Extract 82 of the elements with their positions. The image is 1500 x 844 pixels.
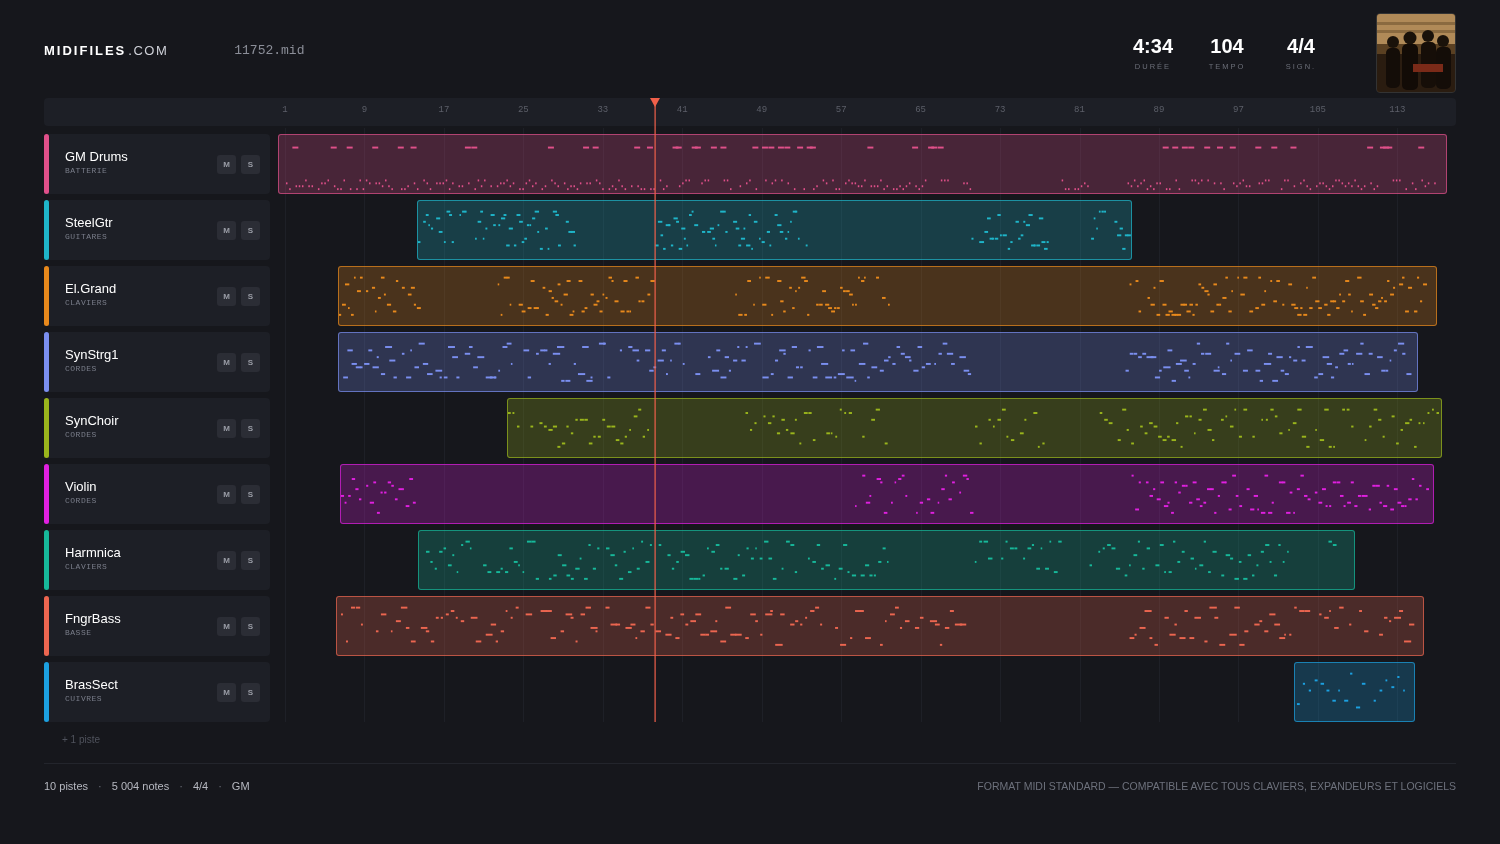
file-name: 11752.mid (234, 42, 305, 58)
track-header[interactable]: El.Grand CLAVIERS M S (44, 266, 270, 326)
track-header[interactable]: GM Drums BATTERIE M S (44, 134, 270, 194)
track-header[interactable]: SynStrg1 CORDES M S (44, 332, 270, 392)
track-clip[interactable] (336, 596, 1424, 656)
stat-value: 104 (1210, 35, 1244, 58)
solo-button[interactable]: S (241, 220, 260, 240)
bar-number: 49 (756, 105, 768, 115)
bar-number: 17 (438, 105, 450, 115)
track-category: CORDES (65, 496, 98, 505)
track-name: SynStrg1 (65, 347, 120, 362)
track-header[interactable]: SteelGtr GUITARES M S (44, 200, 270, 260)
mute-button[interactable]: M (217, 484, 236, 504)
track-name: Harmnica (65, 545, 122, 560)
bar-number: 1 (282, 105, 288, 115)
track-clip[interactable] (338, 266, 1437, 326)
bar-number: 33 (597, 105, 609, 115)
solo-button[interactable]: S (241, 484, 260, 504)
track-clip[interactable] (418, 530, 1355, 590)
summary-item: 5 004 notes (111, 780, 170, 792)
track-clip[interactable] (507, 398, 1442, 458)
solo-button[interactable]: S (241, 154, 260, 174)
bar-number: 9 (361, 105, 368, 115)
track-header[interactable]: FngrBass BASSE M S (44, 596, 270, 656)
solo-button[interactable]: S (241, 682, 260, 702)
track-clip[interactable] (417, 200, 1132, 260)
mute-button[interactable]: M (217, 220, 236, 240)
track-header[interactable]: BrasSect CUIVRES M S (44, 662, 270, 722)
bar-number: 25 (517, 105, 529, 115)
solo-button[interactable]: S (241, 352, 260, 372)
bar-number: 73 (994, 105, 1006, 115)
track-name: SynChoir (65, 413, 120, 428)
mute-button[interactable]: M (217, 418, 236, 438)
track-name: El.Grand (65, 281, 118, 296)
solo-button[interactable]: S (241, 418, 260, 438)
mute-button[interactable]: M (217, 352, 236, 372)
site-logo[interactable]: MIDIFILES.COM (44, 42, 169, 58)
separator-dot: · (98, 780, 102, 792)
track-name: SteelGtr (65, 215, 114, 230)
mute-button[interactable]: M (217, 286, 236, 306)
mute-button[interactable]: M (217, 154, 236, 174)
track-category: CLAVIERS (65, 298, 109, 307)
track-category: CLAVIERS (65, 562, 109, 571)
track-name: FngrBass (65, 611, 122, 626)
bar-number: 105 (1309, 105, 1326, 115)
track-name: BrasSect (65, 677, 119, 692)
track-name: Violin (65, 479, 98, 494)
bar-number: 65 (915, 105, 926, 115)
separator-dot: · (179, 780, 183, 792)
track-category: CORDES (65, 430, 98, 439)
format-note: FORMAT MIDI STANDARD — COMPATIBLE AVEC TOUS CLAVIERS, EXPANDEURS ET LOGICIELS (977, 780, 1456, 792)
bar-number: 41 (676, 105, 688, 115)
bar-number: 97 (1233, 105, 1244, 115)
summary-item: GM (231, 780, 250, 792)
track-clip[interactable] (340, 464, 1434, 524)
track-category: CUIVRES (65, 694, 104, 703)
bar-number: 113 (1389, 105, 1406, 115)
playhead[interactable] (649, 98, 661, 722)
solo-button[interactable]: S (241, 286, 260, 306)
summary-item: 4/4 (192, 780, 209, 792)
track-category: GUITARES (65, 232, 109, 241)
track-clip[interactable] (278, 134, 1447, 194)
bar-number: 81 (1074, 105, 1085, 115)
mute-button[interactable]: M (217, 682, 236, 702)
stat-value: 4/4 (1287, 35, 1315, 58)
track-header[interactable]: SynChoir CORDES M S (44, 398, 270, 458)
summary-item: 10 pistes (44, 780, 89, 792)
stat-value: 4:34 (1133, 35, 1173, 58)
mute-button[interactable]: M (217, 616, 236, 636)
track-header[interactable]: Harmnica CLAVIERS M S (44, 530, 270, 590)
track-clip[interactable] (338, 332, 1418, 392)
track-name: GM Drums (65, 149, 129, 164)
track-category: BASSE (65, 628, 93, 637)
track-category: BATTERIE (65, 166, 109, 175)
track-header[interactable]: Violin CORDES M S (44, 464, 270, 524)
mute-button[interactable]: M (217, 550, 236, 570)
separator-dot: · (218, 780, 222, 792)
solo-button[interactable]: S (241, 550, 260, 570)
bar-number: 57 (835, 105, 847, 115)
track-clip[interactable] (1294, 662, 1415, 722)
track-category: CORDES (65, 364, 98, 373)
solo-button[interactable]: S (241, 616, 260, 636)
